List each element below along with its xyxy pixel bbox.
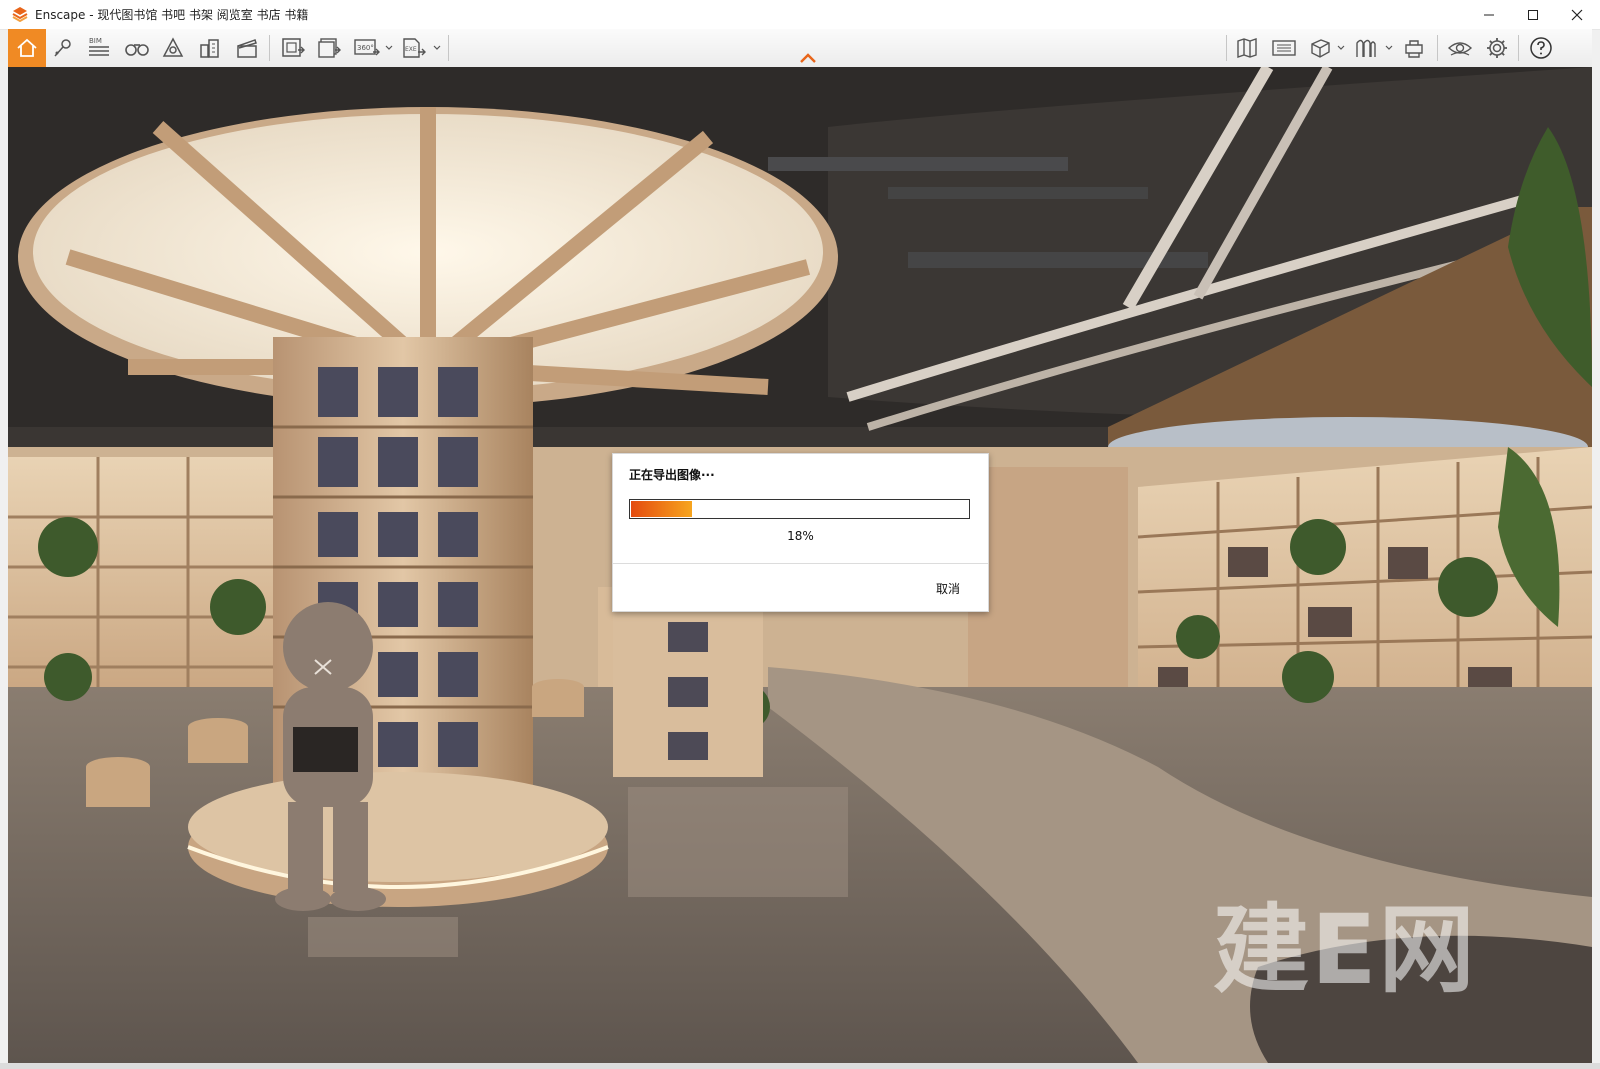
views-dropdown[interactable] xyxy=(1385,40,1393,56)
visual-settings-button[interactable] xyxy=(1445,33,1475,63)
window-title: Enscape - 现代图书馆 书吧 书架 阅览室 书店 书籍 xyxy=(35,8,309,22)
window-bottom-edge xyxy=(0,1063,1600,1069)
settings-button[interactable] xyxy=(1482,33,1512,63)
export-button[interactable]: EXE xyxy=(399,33,429,63)
enscape-logo-icon xyxy=(12,7,28,22)
material-dropdown[interactable] xyxy=(1337,40,1345,56)
close-icon xyxy=(1571,9,1583,20)
video-editor-button[interactable] xyxy=(232,33,262,63)
export-progress-dialog: 正在导出图像··· 18% 取消 xyxy=(612,453,989,612)
watermark-text: 建E网 xyxy=(1213,894,1477,1006)
toolbar-separator xyxy=(448,35,449,61)
svg-text:360°: 360° xyxy=(357,44,374,52)
minimize-button[interactable] xyxy=(1467,0,1511,29)
vr-button[interactable] xyxy=(158,33,188,63)
material-editor-button[interactable] xyxy=(1305,33,1335,63)
material-icon xyxy=(1356,39,1376,57)
buildings-icon xyxy=(200,39,219,58)
views-button[interactable] xyxy=(1351,33,1381,63)
chevron-down-icon xyxy=(385,45,393,50)
panorama-button[interactable]: 360° xyxy=(352,33,382,63)
toolbar-separator xyxy=(1518,35,1519,61)
location-pin-icon xyxy=(54,39,71,57)
exe-export-icon: EXE xyxy=(403,38,426,58)
binoculars-icon xyxy=(125,44,149,56)
progress-bar-fill xyxy=(631,501,692,517)
upload-button[interactable] xyxy=(1399,33,1429,63)
bim-button[interactable]: BIM xyxy=(84,33,114,63)
maximize-button[interactable] xyxy=(1511,0,1555,29)
vr-headset-icon xyxy=(162,37,184,57)
dialog-divider xyxy=(613,563,988,564)
map-button[interactable] xyxy=(1232,33,1262,63)
chevron-down-icon xyxy=(1385,45,1393,50)
panorama-dropdown[interactable] xyxy=(385,40,393,56)
help-button[interactable] xyxy=(1526,33,1556,63)
toolbar-separator xyxy=(1226,35,1227,61)
cube-icon xyxy=(1311,39,1330,58)
toolbar-separator xyxy=(269,35,270,61)
screenshot-icon xyxy=(282,38,305,57)
progress-percent: 18% xyxy=(787,529,814,543)
visual-settings-icon xyxy=(1447,42,1473,56)
batch-render-button[interactable] xyxy=(314,33,344,63)
dialog-title: 正在导出图像··· xyxy=(629,468,715,482)
cancel-button[interactable]: 取消 xyxy=(936,580,960,597)
clapperboard-icon xyxy=(237,39,257,58)
minimize-icon xyxy=(1484,14,1494,15)
panorama-360-icon: 360° xyxy=(354,39,380,56)
asset-library-icon xyxy=(1272,40,1296,56)
export-dropdown[interactable] xyxy=(433,40,441,56)
chevron-down-icon xyxy=(1337,45,1345,50)
toolbar-separator xyxy=(1437,35,1438,61)
upload-icon xyxy=(1405,40,1423,58)
svg-text:EXE: EXE xyxy=(405,46,417,53)
progress-bar xyxy=(629,499,970,519)
title-bar: Enscape - 现代图书馆 书吧 书架 阅览室 书店 书籍 xyxy=(0,0,1600,30)
close-button[interactable] xyxy=(1555,0,1599,29)
site-context-button[interactable] xyxy=(195,33,225,63)
batch-render-icon xyxy=(318,38,341,58)
home-icon xyxy=(17,38,37,57)
chevron-down-icon xyxy=(433,45,441,50)
bim-icon: BIM xyxy=(89,37,109,56)
maximize-icon xyxy=(1528,9,1538,20)
walk-mode-button[interactable] xyxy=(122,33,152,63)
home-button[interactable] xyxy=(8,29,46,67)
enscape-toolbar: BIM 360° EXE xyxy=(8,29,1592,68)
view-management-button[interactable] xyxy=(48,33,78,63)
render-image-button[interactable] xyxy=(278,33,308,63)
map-icon xyxy=(1237,38,1257,58)
gear-icon xyxy=(1487,38,1507,58)
help-icon xyxy=(1530,37,1552,59)
svg-text:BIM: BIM xyxy=(89,37,102,45)
asset-library-button[interactable] xyxy=(1269,33,1299,63)
collapse-toolbar-icon[interactable] xyxy=(798,52,818,64)
